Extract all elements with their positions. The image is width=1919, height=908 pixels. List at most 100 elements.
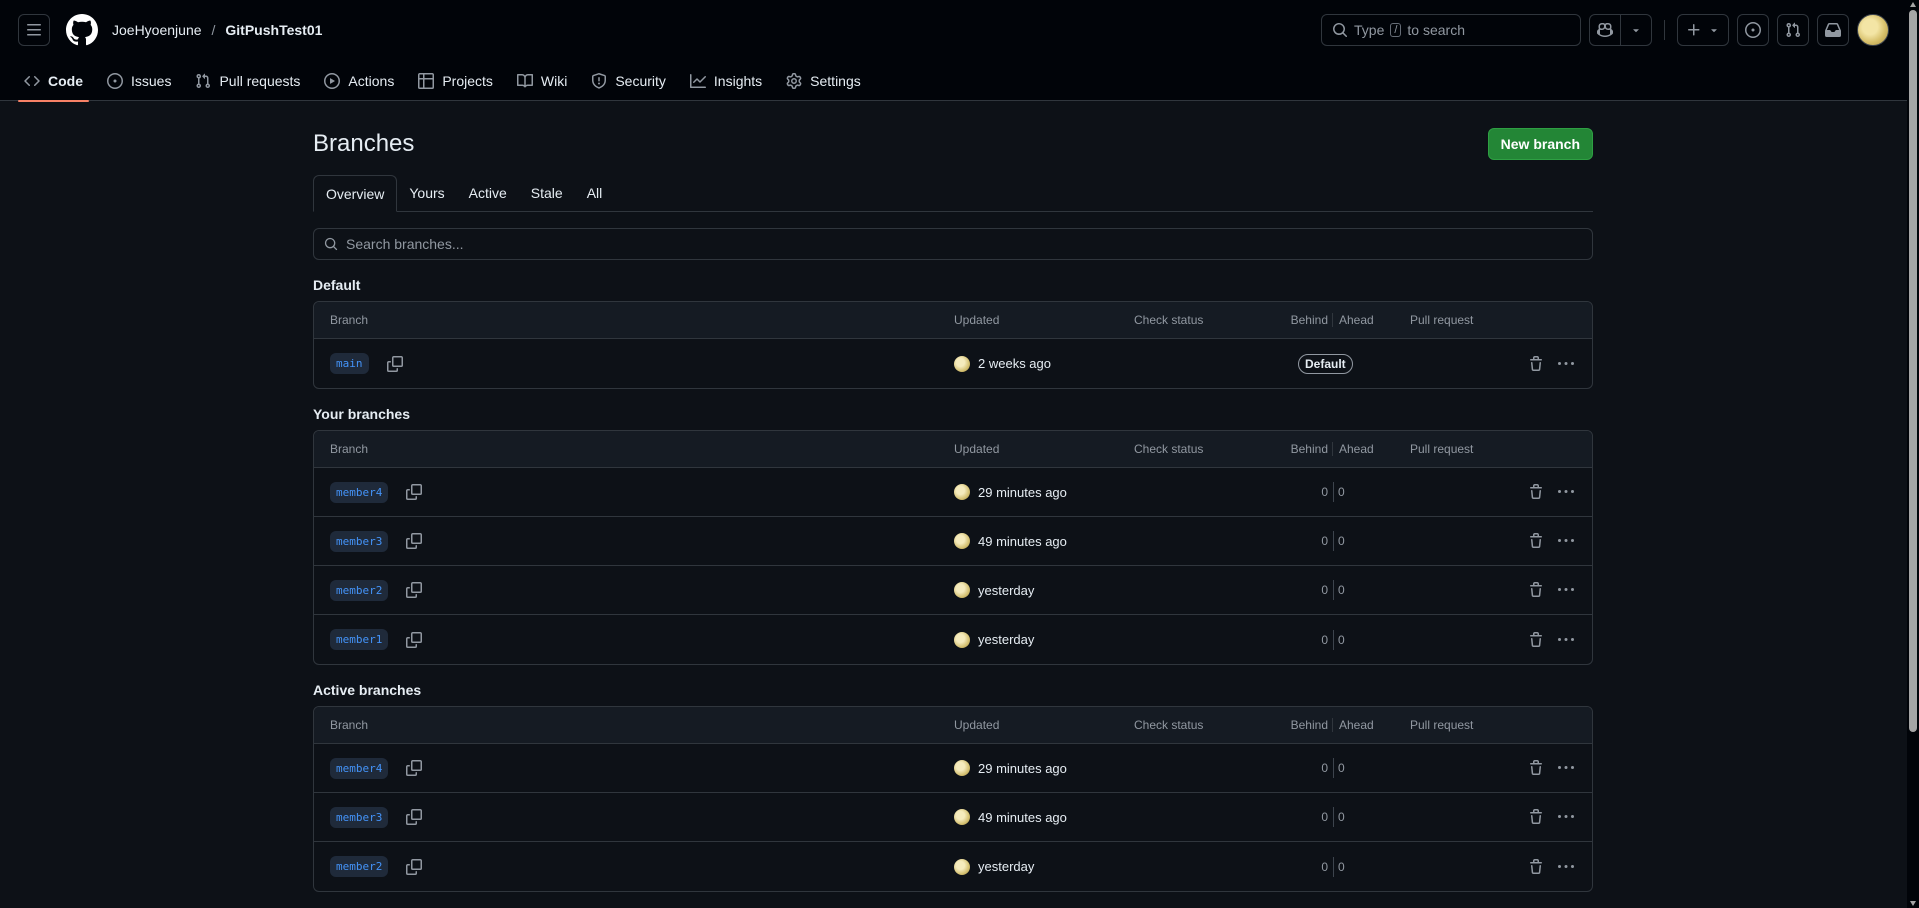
trash-icon[interactable] (1528, 533, 1544, 549)
tab-security[interactable]: Security (583, 60, 674, 101)
issues-shortcut-button[interactable] (1737, 14, 1769, 46)
copilot-button[interactable] (1589, 14, 1652, 46)
breadcrumb-repo-link[interactable]: GitPushTest01 (225, 22, 322, 38)
table-row: member3 49 minutes ago 0 0 (314, 517, 1592, 566)
copy-icon[interactable] (402, 805, 426, 829)
copy-icon[interactable] (402, 529, 426, 553)
updated-time: yesterday (978, 582, 1035, 598)
table-row: member4 29 minutes ago 0 0 (314, 744, 1592, 793)
graph-icon (689, 73, 706, 88)
kebab-horizontal-icon[interactable] (1558, 582, 1574, 598)
scroll-up-arrow-icon[interactable] (1909, 1, 1917, 9)
branch-name-link[interactable]: member4 (330, 757, 389, 779)
tab-stale[interactable]: Stale (519, 175, 575, 212)
branch-name-link[interactable]: member1 (330, 629, 389, 650)
menu-button[interactable] (18, 14, 50, 46)
tab-projects-label: Projects (442, 72, 493, 89)
tab-actions[interactable]: Actions (316, 60, 402, 101)
default-badge: Default (1298, 353, 1353, 374)
column-ahead: Ahead (1339, 313, 1374, 327)
tab-active[interactable]: Active (457, 175, 519, 212)
kebab-horizontal-icon[interactable] (1558, 356, 1574, 372)
copy-icon[interactable] (383, 352, 407, 376)
breadcrumb-owner-link[interactable]: JoeHyoenjune (112, 22, 202, 38)
kebab-horizontal-icon[interactable] (1558, 760, 1574, 776)
copy-icon[interactable] (402, 855, 426, 879)
trash-icon[interactable] (1528, 631, 1544, 648)
copy-icon[interactable] (402, 578, 426, 602)
row-actions (1528, 858, 1574, 875)
book-icon (516, 73, 533, 87)
behind-count: 0 (1321, 761, 1328, 775)
scroll-down-arrow-icon[interactable] (1909, 899, 1917, 907)
kebab-horizontal-icon[interactable] (1558, 809, 1574, 825)
updated-time: 49 minutes ago (978, 533, 1067, 549)
kebab-horizontal-icon[interactable] (1558, 859, 1574, 875)
tab-pull-requests[interactable]: Pull requests (187, 60, 308, 101)
gear-icon (786, 72, 802, 89)
github-logo-icon[interactable] (66, 14, 98, 46)
avatar[interactable] (954, 809, 970, 825)
branch-name-link[interactable]: member4 (330, 481, 389, 503)
tab-code[interactable]: Code (16, 60, 91, 102)
ahead-count: 0 (1338, 761, 1345, 775)
pull-requests-shortcut-button[interactable] (1777, 14, 1809, 46)
scrollbar-thumb[interactable] (1909, 10, 1917, 732)
column-check-status: Check status (1134, 442, 1204, 456)
branch-name-link[interactable]: member3 (330, 806, 389, 828)
avatar[interactable] (954, 533, 970, 549)
trash-icon[interactable] (1528, 484, 1544, 500)
kebab-horizontal-icon[interactable] (1558, 632, 1574, 648)
copy-icon[interactable] (402, 628, 426, 652)
column-ahead: Ahead (1339, 442, 1374, 456)
tab-insights[interactable]: Insights (682, 60, 770, 101)
column-pull-request: Pull request (1410, 442, 1474, 456)
tab-projects[interactable]: Projects (410, 60, 501, 101)
section-title-default: Default (313, 277, 361, 293)
column-updated: Updated (954, 313, 1000, 327)
branch-search-placeholder: Search branches... (346, 236, 464, 252)
branch-name-link[interactable]: main (330, 353, 369, 374)
avatar[interactable] (954, 760, 970, 776)
trash-icon[interactable] (1528, 355, 1544, 372)
avatar[interactable] (954, 858, 970, 875)
global-search-input[interactable]: Type / to search (1321, 14, 1581, 46)
table-header: Branch Updated Check status Behind Ahead… (314, 707, 1592, 744)
tab-wiki[interactable]: Wiki (509, 60, 575, 101)
avatar[interactable] (954, 484, 970, 500)
tab-settings[interactable]: Settings (778, 60, 869, 101)
page-title: Branches (313, 130, 415, 157)
tab-yours[interactable]: Yours (397, 175, 456, 212)
trash-icon[interactable] (1528, 858, 1544, 875)
notifications-button[interactable] (1817, 14, 1849, 46)
row-actions (1528, 631, 1574, 648)
avatar[interactable] (954, 355, 970, 372)
kebab-horizontal-icon[interactable] (1558, 484, 1574, 500)
issue-opened-icon (1745, 22, 1761, 38)
branch-name-link[interactable]: member3 (330, 530, 389, 552)
column-pull-request: Pull request (1410, 718, 1474, 732)
tab-overview[interactable]: Overview (313, 175, 398, 212)
kebab-horizontal-icon[interactable] (1558, 533, 1574, 549)
copy-icon[interactable] (402, 756, 426, 780)
copilot-icon[interactable] (1590, 15, 1620, 45)
tab-all[interactable]: All (575, 175, 615, 212)
copy-icon[interactable] (402, 480, 426, 504)
branch-name-link[interactable]: member2 (330, 579, 389, 601)
trash-icon[interactable] (1528, 809, 1544, 825)
table-row: member4 29 minutes ago 0 0 (314, 468, 1592, 517)
branch-search-input[interactable]: Search branches... (313, 228, 1593, 260)
tab-issues[interactable]: Issues (99, 60, 179, 101)
page-scrollbar[interactable] (1907, 0, 1919, 908)
updated-cell: 49 minutes ago (954, 533, 1067, 549)
avatar[interactable] (954, 631, 970, 648)
create-new-button[interactable] (1677, 14, 1729, 46)
copilot-dropdown[interactable] (1621, 15, 1651, 45)
branch-name-link[interactable]: member2 (330, 856, 389, 877)
ahead-count: 0 (1338, 859, 1345, 874)
user-avatar[interactable] (1857, 14, 1889, 46)
avatar[interactable] (954, 582, 970, 598)
new-branch-button[interactable]: New branch (1487, 128, 1593, 160)
trash-icon[interactable] (1528, 760, 1544, 776)
trash-icon[interactable] (1528, 582, 1544, 598)
